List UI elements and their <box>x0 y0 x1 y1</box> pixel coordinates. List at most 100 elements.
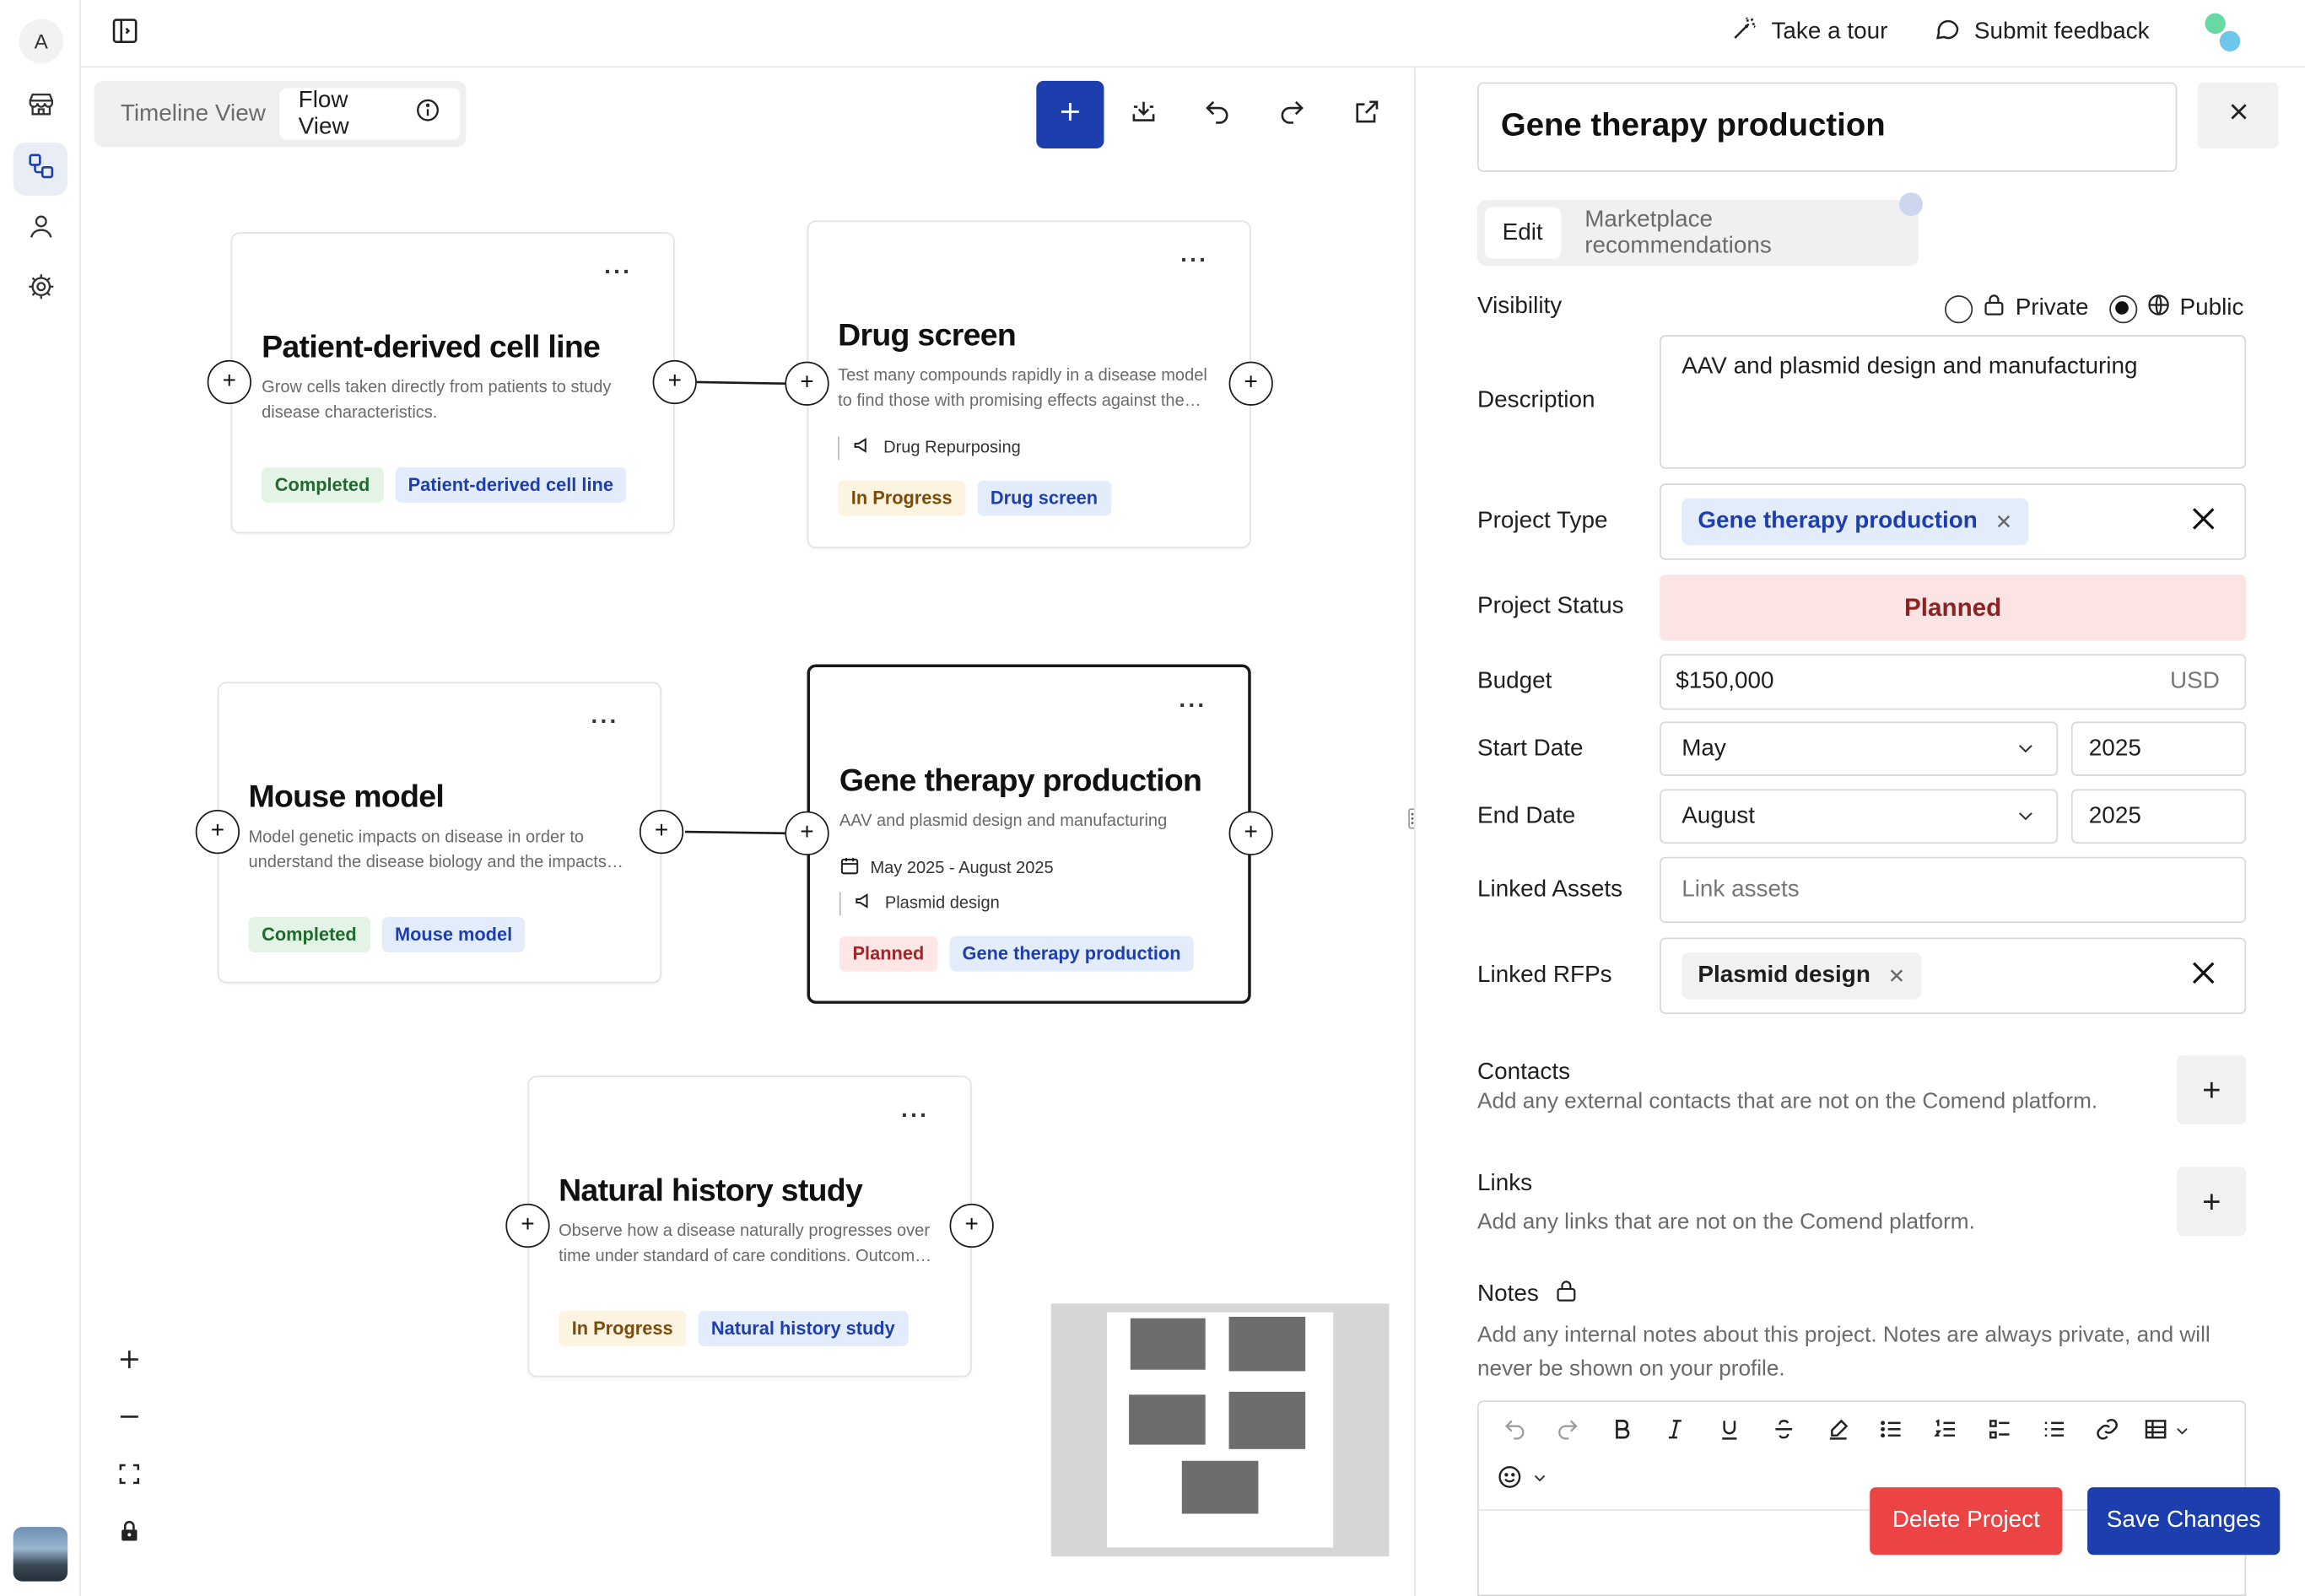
add-contact-button[interactable]: + <box>2177 1054 2247 1124</box>
tab-flow-view[interactable]: Flow View <box>279 87 461 140</box>
submit-feedback-button[interactable]: Submit feedback <box>1933 14 2150 50</box>
node-add-left-handle[interactable]: + <box>207 359 251 405</box>
underline-button[interactable] <box>1711 1415 1746 1451</box>
node-tags: Planned Gene therapy production <box>839 935 1195 972</box>
download-button[interactable] <box>1109 81 1177 148</box>
node-menu-button[interactable]: ··· <box>604 260 632 286</box>
fit-view-button[interactable] <box>111 1458 148 1496</box>
take-a-tour-button[interactable]: Take a tour <box>1730 14 1888 50</box>
zoom-out-button[interactable] <box>111 1400 148 1438</box>
zoom-in-button[interactable] <box>111 1343 148 1381</box>
profile-nav-button[interactable] <box>13 202 67 256</box>
clear-icon[interactable] <box>2189 958 2218 995</box>
node-add-right-handle[interactable]: + <box>652 359 697 405</box>
link-button[interactable] <box>2089 1415 2124 1451</box>
node-menu-button[interactable]: ··· <box>591 709 618 736</box>
type-badge: Gene therapy production <box>948 935 1195 972</box>
node-add-left-handle[interactable]: + <box>195 809 240 855</box>
node-add-left-handle[interactable]: + <box>505 1203 550 1248</box>
node-description: Test many compounds rapidly in a disease… <box>838 367 1207 411</box>
flow-view-label: Flow View <box>298 87 349 139</box>
highlight-button[interactable] <box>1820 1415 1855 1451</box>
ordered-indent-button[interactable] <box>2036 1415 2071 1451</box>
bold-button[interactable] <box>1604 1415 1639 1451</box>
start-year-input[interactable]: 2025 <box>2070 721 2247 776</box>
editor-redo-button[interactable] <box>1549 1415 1584 1451</box>
lock-canvas-button[interactable] <box>111 1515 148 1553</box>
plus-icon <box>1057 98 1083 132</box>
bullet-list-button[interactable] <box>1873 1415 1908 1451</box>
close-panel-button[interactable] <box>2197 82 2279 148</box>
checklist-button[interactable] <box>1982 1415 2017 1451</box>
node-menu-button[interactable]: ··· <box>1179 693 1206 720</box>
flow-node-drug-screen[interactable]: ··· Drug screen Test many compounds rapi… <box>807 220 1251 548</box>
node-menu-button[interactable]: ··· <box>901 1103 929 1130</box>
settings-nav-button[interactable] <box>13 263 67 316</box>
node-add-right-handle[interactable]: + <box>639 809 684 855</box>
tab-timeline-view[interactable]: Timeline View <box>101 89 284 140</box>
description-label: Description <box>1477 387 1595 413</box>
download-icon <box>1129 96 1158 133</box>
italic-button[interactable] <box>1657 1415 1692 1451</box>
node-menu-button[interactable]: ··· <box>1180 248 1208 274</box>
description-textarea[interactable]: AAV and plasmid design and manufacturing <box>1660 335 2247 469</box>
flow-node-gene-therapy-production[interactable]: ··· Gene therapy production AAV and plas… <box>807 664 1251 1004</box>
project-status-select[interactable]: Planned <box>1660 574 2247 641</box>
budget-label: Budget <box>1477 668 1552 694</box>
user-photo-avatar[interactable] <box>13 1527 68 1582</box>
open-external-button[interactable] <box>1333 81 1401 148</box>
comend-logo <box>2200 10 2244 54</box>
editor-undo-button[interactable] <box>1497 1415 1532 1451</box>
flow-node-natural-history-study[interactable]: ··· Natural history study Observe how a … <box>527 1076 972 1378</box>
minimap-node <box>1228 1391 1306 1449</box>
megaphone-icon <box>854 891 874 916</box>
undo-icon <box>1502 1416 1527 1448</box>
flow-canvas[interactable]: Timeline View Flow View ··· Patient-deri… <box>80 67 1415 1596</box>
node-rfp: Plasmid design <box>839 891 1000 916</box>
radio-public[interactable] <box>2108 294 2137 323</box>
project-type-select[interactable]: Gene therapy production ✕ <box>1660 483 2247 560</box>
chevron-down-icon <box>2016 806 2036 833</box>
node-tags: Completed Mouse model <box>248 917 526 952</box>
node-add-right-handle[interactable]: + <box>1228 361 1273 406</box>
end-date-label: End Date <box>1477 803 1576 829</box>
take-a-tour-label: Take a tour <box>1771 19 1888 45</box>
workspace-avatar[interactable]: A <box>19 19 63 63</box>
add-node-button[interactable] <box>1036 80 1104 148</box>
undo-button[interactable] <box>1184 81 1251 148</box>
start-month-select[interactable]: May <box>1660 721 2059 776</box>
node-add-left-handle[interactable]: + <box>785 811 829 855</box>
node-add-right-handle[interactable]: + <box>1228 811 1273 855</box>
table-button[interactable] <box>2143 1415 2202 1451</box>
flow-node-mouse-model[interactable]: ··· Mouse model Model genetic impacts on… <box>217 682 662 984</box>
linked-rfps-select[interactable]: Plasmid design ✕ <box>1660 937 2247 1015</box>
rfp-label: Plasmid design <box>884 894 1000 913</box>
remove-chip-icon[interactable]: ✕ <box>1995 510 2012 535</box>
remove-chip-icon[interactable]: ✕ <box>1888 963 1905 989</box>
end-month-select[interactable]: August <box>1660 789 2059 844</box>
flow-node-patient-derived-cell-line[interactable]: ··· Patient-derived cell line Grow cells… <box>230 232 675 534</box>
delete-project-button[interactable]: Delete Project <box>1870 1487 2063 1556</box>
minimap[interactable] <box>1050 1303 1390 1556</box>
budget-input[interactable]: $150,000 USD <box>1660 654 2247 710</box>
clear-icon[interactable] <box>2189 504 2218 542</box>
node-add-right-handle[interactable]: + <box>949 1203 994 1248</box>
project-name-input[interactable]: Gene therapy production <box>1477 82 2178 172</box>
info-icon[interactable] <box>414 97 440 131</box>
numbered-list-button[interactable] <box>1927 1415 1962 1451</box>
strikethrough-button[interactable] <box>1766 1415 1801 1451</box>
emoji-button[interactable] <box>1497 1462 1556 1497</box>
tab-edit[interactable]: Edit <box>1484 207 1561 259</box>
radio-private[interactable] <box>1945 294 1973 323</box>
end-year-input[interactable]: 2025 <box>2070 789 2247 844</box>
sidebar-toggle-button[interactable] <box>111 16 143 48</box>
tab-marketplace-recommendations[interactable]: Marketplace recommendations <box>1567 207 1918 259</box>
save-changes-button[interactable]: Save Changes <box>2087 1487 2281 1556</box>
redo-button[interactable] <box>1258 81 1325 148</box>
linked-assets-input[interactable]: Link assets <box>1660 856 2247 924</box>
add-link-button[interactable]: + <box>2177 1167 2247 1237</box>
marketplace-nav-button[interactable] <box>13 81 67 134</box>
node-add-left-handle[interactable]: + <box>785 361 829 406</box>
links-subtitle: Add any links that are not on the Comend… <box>1477 1209 1975 1235</box>
projects-nav-button[interactable] <box>13 142 68 196</box>
